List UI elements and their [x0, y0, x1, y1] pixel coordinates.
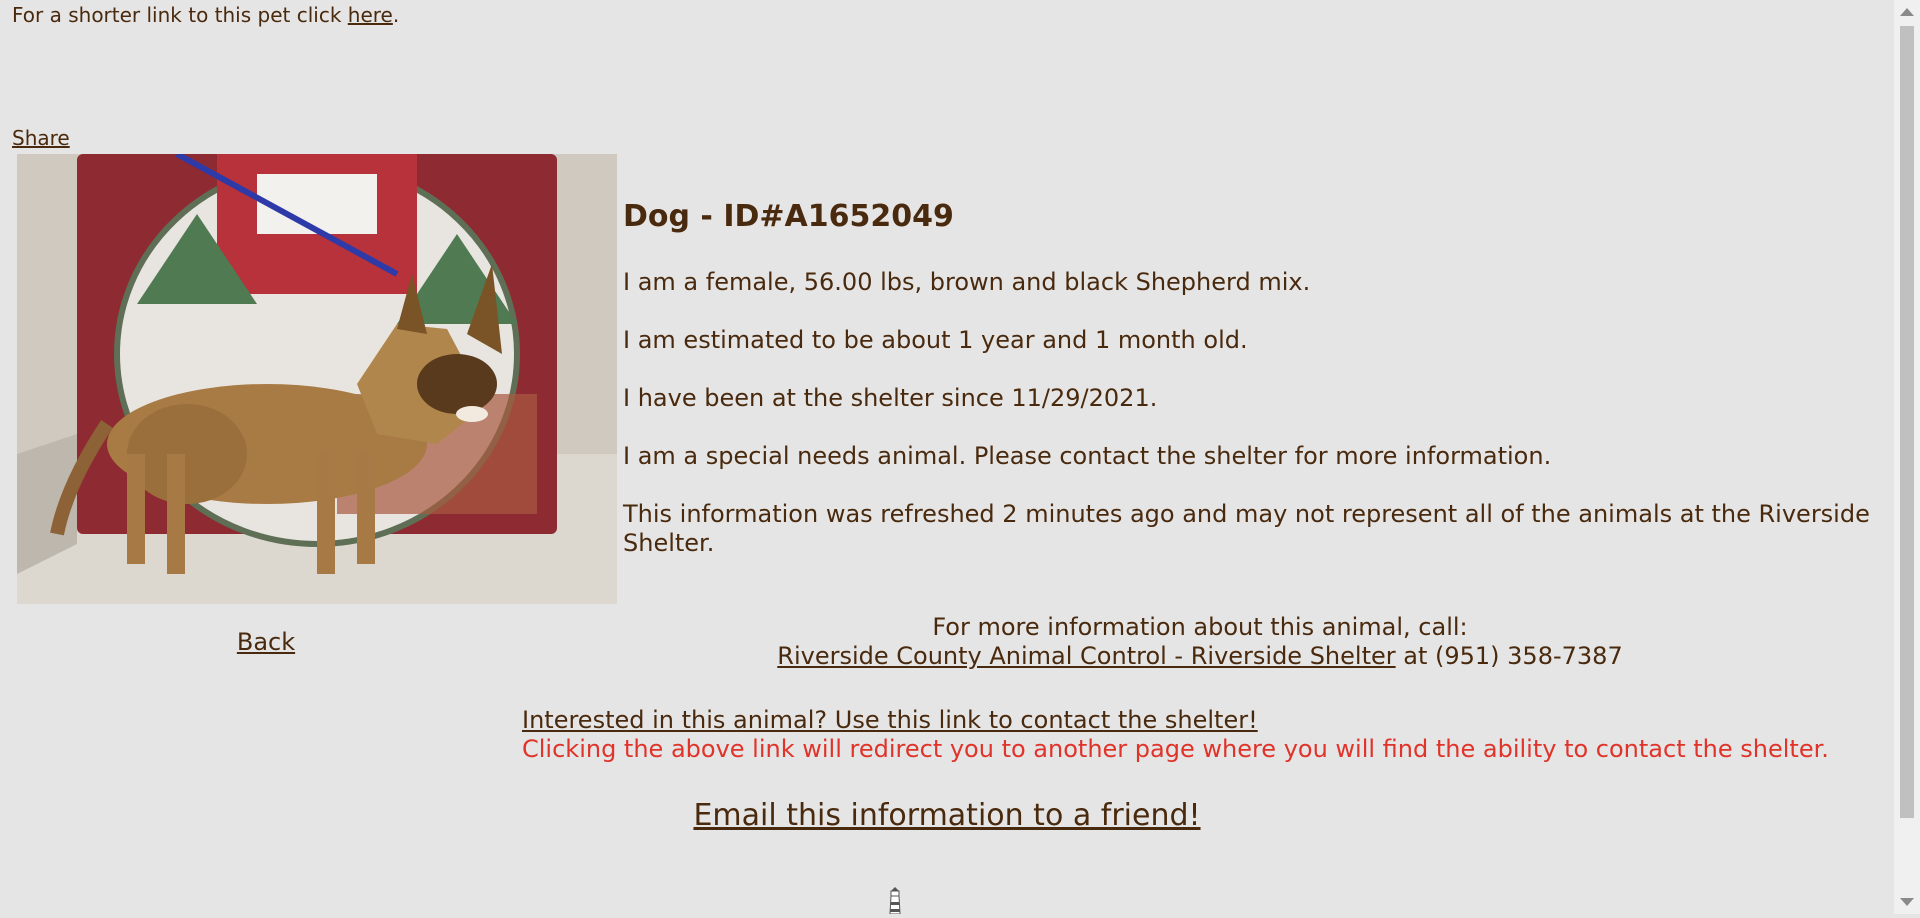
short-link-suffix: .: [392, 3, 400, 27]
email-friend-link[interactable]: Email this information to a friend!: [693, 798, 1200, 833]
scroll-up-arrow-icon[interactable]: [1900, 8, 1914, 16]
lighthouse-icon: [887, 886, 903, 915]
call-line: Riverside County Animal Control - Rivers…: [600, 642, 1800, 671]
pet-detail-age: I am estimated to be about 1 year and 1 …: [623, 326, 1248, 354]
contact-shelter-link[interactable]: Interested in this animal? Use this link…: [522, 706, 1258, 734]
scroll-down-arrow-icon[interactable]: [1900, 898, 1914, 906]
pet-detail-special-needs: I am a special needs animal. Please cont…: [623, 442, 1552, 470]
call-intro: For more information about this animal, …: [932, 613, 1468, 641]
short-link-prefix: For a shorter link to this pet click: [12, 3, 348, 27]
pet-detail-description: I am a female, 56.00 lbs, brown and blac…: [623, 268, 1311, 296]
back-link-container: Back: [0, 628, 532, 656]
back-link[interactable]: Back: [237, 628, 295, 656]
redirect-notice: Clicking the above link will redirect yo…: [522, 735, 1829, 763]
short-link-here[interactable]: here: [348, 3, 393, 27]
scrollbar-thumb[interactable]: [1900, 26, 1914, 818]
share-link[interactable]: Share: [12, 126, 70, 150]
email-container: Email this information to a friend!: [0, 798, 1894, 833]
short-link-line: For a shorter link to this pet click her…: [12, 3, 399, 27]
shelter-name-link[interactable]: Riverside County Animal Control - Rivers…: [777, 642, 1395, 670]
pet-title: Dog - ID#A1652049: [623, 199, 954, 234]
shelter-phone: at (951) 358-7387: [1395, 642, 1623, 670]
pet-detail-refresh-note: This information was refreshed 2 minutes…: [623, 500, 1870, 557]
pet-info: Dog - ID#A1652049 I am a female, 56.00 l…: [623, 198, 1893, 587]
vertical-scrollbar[interactable]: [1894, 0, 1920, 914]
pet-detail-intake-date: I have been at the shelter since 11/29/2…: [623, 384, 1158, 412]
pet-photo: [17, 154, 617, 604]
call-info: For more information about this animal, …: [600, 613, 1800, 671]
contact-section: Interested in this animal? Use this link…: [522, 706, 1829, 764]
